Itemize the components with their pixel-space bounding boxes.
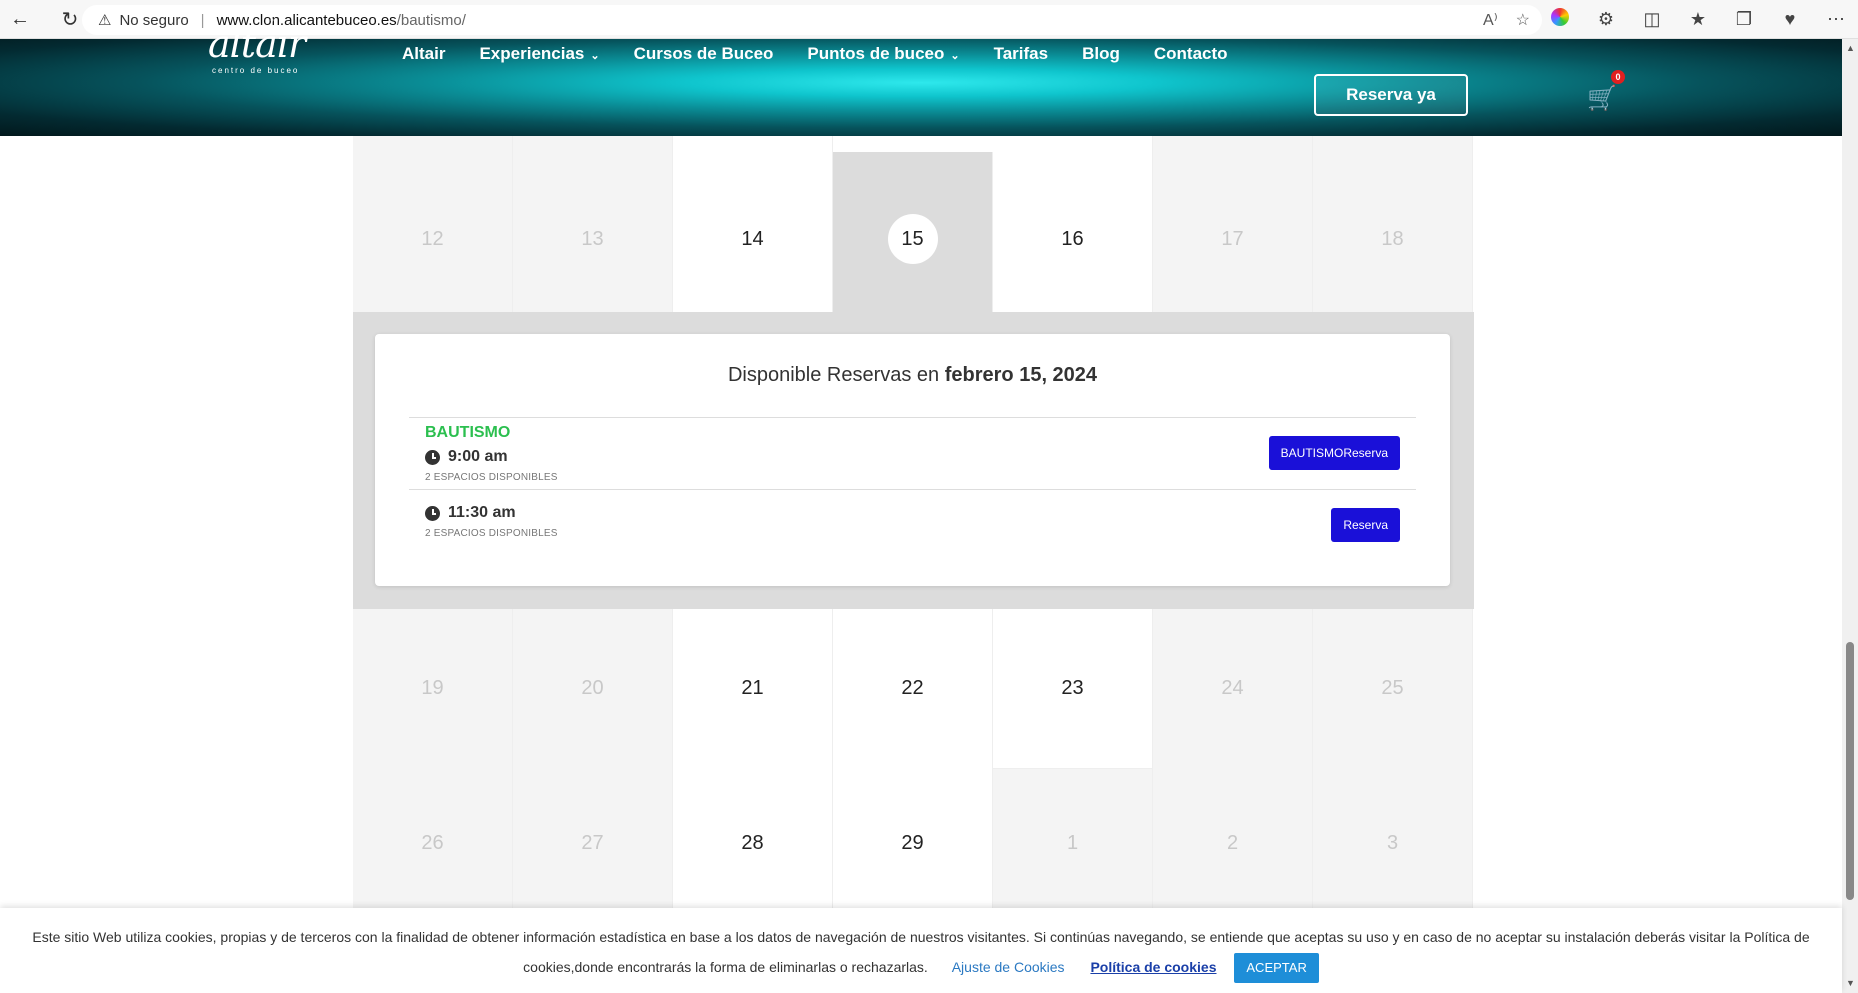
book-slot-button[interactable]: Reserva <box>1331 508 1400 542</box>
read-aloud-icon[interactable]: A⁾ <box>1483 10 1498 30</box>
calendar-day: 1 <box>993 768 1153 918</box>
cookie-accept-button[interactable]: ACEPTAR <box>1234 953 1319 984</box>
calendar-day[interactable]: 16 <box>993 136 1153 312</box>
calendar-day: 2 <box>1153 768 1313 918</box>
puzzle-icon[interactable]: ⚙ <box>1594 9 1618 30</box>
menu-item-experiencias[interactable]: Experiencias ⌄ <box>479 44 599 64</box>
address-separator: | <box>200 11 205 29</box>
calendar-day[interactable]: 14 <box>673 136 833 312</box>
calendar-day-selected[interactable]: 15 <box>833 152 993 312</box>
slot-time-label: 11:30 am <box>448 504 516 521</box>
calendar-day: 17 <box>1153 136 1313 312</box>
book-slot-button[interactable]: BAUTISMOReserva <box>1268 436 1400 470</box>
calendar-day[interactable]: 22 <box>833 609 993 768</box>
menu-item-altair[interactable]: Altair <box>402 44 445 64</box>
calendar-day[interactable]: 23 <box>993 609 1153 768</box>
url-path: /bautismo/ <box>396 11 466 29</box>
slot-time-label: 9:00 am <box>448 448 508 465</box>
calendar-day[interactable]: 29 <box>833 768 993 918</box>
chevron-down-icon: ⌄ <box>590 50 600 62</box>
menu-item-contacto[interactable]: Contacto <box>1154 44 1228 64</box>
favorites-icon[interactable]: ★ <box>1686 9 1710 30</box>
back-button[interactable]: ← <box>0 0 40 39</box>
calendar-day: 19 <box>353 609 513 768</box>
menu-item-blog[interactable]: Blog <box>1082 44 1120 64</box>
calendar-day[interactable]: 28 <box>673 768 833 918</box>
menu-label: Blog <box>1082 44 1120 63</box>
calendar-week: 26 27 28 29 1 2 3 <box>353 768 1474 918</box>
health-icon[interactable]: ♥ <box>1778 9 1802 30</box>
cookie-settings-link[interactable]: Ajuste de Cookies <box>952 959 1065 975</box>
slot-panel: Disponible Reservas en febrero 15, 2024 … <box>353 312 1474 609</box>
collections-icon[interactable]: ❐ <box>1732 9 1756 30</box>
logo-bubbles-icon: ° ∘° <box>270 18 281 37</box>
menu-label: Experiencias <box>479 44 585 63</box>
more-icon[interactable]: ⋯ <box>1824 9 1848 30</box>
menu-item-tarifas[interactable]: Tarifas <box>994 44 1049 64</box>
cookie-banner: Este sitio Web utiliza cookies, propias … <box>0 908 1842 993</box>
security-label: No seguro <box>119 11 189 29</box>
calendar-day: 24 <box>1153 609 1313 768</box>
clock-icon <box>425 449 440 465</box>
selected-day-circle: 15 <box>887 214 938 264</box>
cookie-text: Este sitio Web utiliza cookies, propias … <box>0 922 1842 984</box>
slot-time: 11:30 am <box>425 504 1400 522</box>
slot-title-date: febrero 15, 2024 <box>944 364 1098 386</box>
menu-item-puntos[interactable]: Puntos de buceo ⌄ <box>807 44 959 64</box>
slot-spaces: 2 ESPACIOS DISPONIBLES <box>425 472 558 483</box>
calendar-day: 25 <box>1313 609 1473 768</box>
menu-label: Contacto <box>1153 44 1228 63</box>
arrow-left-icon: ← <box>10 7 30 30</box>
slot-activity-name: BAUTISMO <box>425 424 511 441</box>
calendar-day: 3 <box>1313 768 1473 918</box>
booking-calendar: 12 13 14 15 16 17 18 Disponible Reservas… <box>353 136 1474 918</box>
scroll-down-icon[interactable]: ▼ <box>1846 978 1855 988</box>
calendar-day[interactable]: 21 <box>673 609 833 768</box>
scrollbar-thumb[interactable] <box>1846 642 1854 900</box>
calendar-day: 13 <box>513 136 673 312</box>
main-menu: Altair Experiencias ⌄ Cursos de Buceo Pun… <box>402 44 1228 64</box>
reload-icon: ↻ <box>61 8 79 31</box>
calendar-day: 27 <box>513 768 673 918</box>
menu-label: Cursos de Buceo <box>633 44 774 63</box>
cart-count-badge: 0 <box>1611 70 1625 84</box>
browser-extensions: ⚙ ◫ ★ ❐ ♥ ⋯ <box>1548 0 1848 39</box>
calendar-day: 12 <box>353 136 513 312</box>
slot-card: Disponible Reservas en febrero 15, 2024 … <box>375 334 1450 586</box>
address-actions: A⁾ ☆ <box>1483 10 1530 30</box>
star-icon[interactable]: ☆ <box>1516 10 1530 30</box>
logo-subtitle: centro de buceo <box>212 66 300 75</box>
reserve-now-button[interactable]: Reserva ya <box>1314 74 1468 116</box>
slot-spaces: 2 ESPACIOS DISPONIBLES <box>425 528 558 539</box>
cookie-policy-link[interactable]: Política de cookies <box>1090 959 1216 975</box>
scroll-up-icon[interactable]: ▲ <box>1846 43 1855 53</box>
calendar-day: 26 <box>353 768 513 918</box>
slot-title: Disponible Reservas en febrero 15, 2024 <box>409 364 1416 387</box>
warning-icon: ⚠ <box>98 12 112 29</box>
site-logo[interactable]: altair <box>208 22 306 66</box>
menu-label: Altair <box>402 44 446 63</box>
slot-row: 11:30 am 2 ESPACIOS DISPONIBLES Reserva <box>409 489 1416 557</box>
clock-icon <box>425 505 440 521</box>
slot-title-prefix: Disponible Reservas en <box>727 364 940 386</box>
slot-row: BAUTISMO 9:00 am 2 ESPACIOS DISPONIBLES … <box>409 417 1416 489</box>
menu-label: Puntos de buceo <box>807 44 945 63</box>
calendar-day: 20 <box>513 609 673 768</box>
menu-label: Tarifas <box>993 44 1049 63</box>
cart-icon[interactable]: 🛒 <box>1587 84 1617 113</box>
calendar-day: 18 <box>1313 136 1473 312</box>
calendar-week: 19 20 21 22 23 24 25 <box>353 609 1474 768</box>
chevron-down-icon: ⌄ <box>950 50 960 62</box>
cookie-message: Este sitio Web utiliza cookies, propias … <box>32 929 1810 975</box>
menu-item-cursos[interactable]: Cursos de Buceo <box>634 44 774 64</box>
color-extension-icon[interactable] <box>1548 8 1572 31</box>
calendar-week: 12 13 14 15 16 17 18 <box>353 136 1474 312</box>
split-screen-icon[interactable]: ◫ <box>1640 9 1664 30</box>
slot-time: 9:00 am <box>425 448 1400 466</box>
